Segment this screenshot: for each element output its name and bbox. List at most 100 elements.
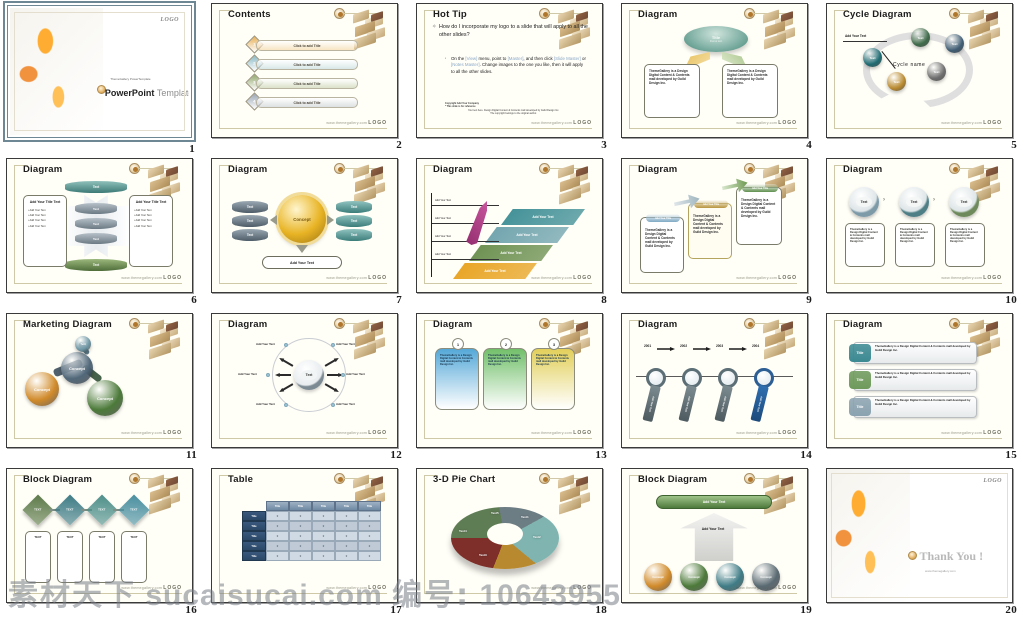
stack-side-bullet: • Add Your Text	[134, 224, 152, 228]
numbered-card-badge: 2	[500, 338, 512, 350]
footer-brand: LOGO	[163, 430, 182, 436]
slide-thumbnail-1[interactable]: LOGO ThemeGallery PowerTemplate PowerPoint…	[3, 1, 196, 142]
slide-footer: www.themegallery.com LOGO	[531, 120, 592, 126]
slide-thumbnail-15[interactable]: Diagram www.themegallery.com LOGO Title The…	[826, 313, 1013, 448]
block-text-label: TEXT	[34, 535, 42, 539]
slide-frame-rule	[219, 475, 220, 594]
slide-canvas-1: LOGO ThemeGallery PowerTemplate PowerPoint…	[10, 8, 189, 135]
slide-thumbnail-9[interactable]: Diagram www.themegallery.com LOGO Add Your…	[621, 158, 808, 293]
footer-url: www.themegallery.com	[531, 121, 574, 125]
slide-thumbnail-5[interactable]: Cycle Diagram www.themegallery.com LOGO Te…	[826, 3, 1013, 138]
pyramid-arrow-shape	[680, 513, 748, 561]
timeline-year: 2003	[716, 344, 724, 348]
slide-number-3: 3	[601, 139, 607, 151]
slide-title: Diagram	[23, 164, 63, 175]
magnifier-handle-label: Add Your Text	[756, 395, 764, 412]
slide-thumbnail-17[interactable]: Table www.themegallery.com LOGO Title Title…	[211, 468, 398, 603]
timeline-arrow	[657, 347, 675, 351]
axis-label: Add Your Text	[435, 217, 451, 220]
magnifier-handle: Add Your Text	[678, 384, 697, 423]
slide-frame-rule-bottom	[14, 593, 182, 594]
slide-thumbnail-20[interactable]: LOGO Thank You ! www.themegallery.com	[826, 468, 1013, 603]
slide-thumbnail-11[interactable]: Marketing Diagram www.themegallery.com LO…	[6, 313, 193, 448]
slide-frame-rule	[219, 165, 220, 284]
axis-rule	[431, 241, 499, 242]
slide-thumbnail-13[interactable]: Diagram www.themegallery.com LOGO ThemeGal…	[416, 313, 603, 448]
slide-thumbnail-16[interactable]: Block Diagram www.themegallery.com LOGO TE…	[6, 468, 193, 603]
slide-footer: www.themegallery.com LOGO	[121, 585, 182, 591]
slide-number-6: 6	[191, 294, 197, 306]
slide-thumbnail-3[interactable]: Hot Tip www.themegallery.com LOGO How do I…	[416, 3, 603, 138]
slide-thumbnail-12[interactable]: Diagram www.themegallery.com LOGO Text Add …	[211, 313, 398, 448]
table-cell: 0	[289, 541, 312, 551]
slide-frame-rule-bottom	[629, 128, 797, 129]
concept-right-cylinder: Text	[336, 215, 372, 227]
block-cube: TEXT	[118, 494, 150, 526]
slide-frame-rule	[219, 10, 220, 129]
slide-thumbnail-19[interactable]: Block Diagramwww.themegallery.com LOGOAd…	[621, 468, 808, 603]
pie-slice-label: Text5	[491, 511, 499, 515]
block-text-label: TEXT	[98, 535, 106, 539]
magnifier-lens	[682, 368, 702, 388]
slide-frame-rule-bottom	[629, 593, 797, 594]
slide-thumbnail-8[interactable]: Diagram www.themegallery.com LOGO Add Your…	[416, 158, 603, 293]
concept-left-cylinder: Text	[232, 229, 268, 241]
slide-thumbnail-10[interactable]: Diagram www.themegallery.com LOGO Text Them…	[826, 158, 1013, 293]
slide-thumbnail-7[interactable]: Diagram www.themegallery.com LOGO Concept T…	[211, 158, 398, 293]
slide-footer: www.themegallery.com LOGO	[121, 275, 182, 281]
slide-frame-rule	[424, 10, 425, 129]
contents-item-bar[interactable]: Click to add Title	[256, 78, 358, 89]
contents-item-bar[interactable]: Click to add Title	[256, 40, 358, 51]
footer-url: www.themegallery.com	[736, 431, 779, 435]
table-cell: 0	[358, 511, 381, 521]
slide-canvas-10: Diagram www.themegallery.com LOGO Text Them…	[827, 159, 1012, 292]
slide-cell-13: Diagram www.themegallery.com LOGO ThemeGal…	[410, 310, 615, 465]
slide-frame-rule-bottom	[219, 283, 387, 284]
numbered-card: ThemeGallery is a Design Digital Content…	[483, 348, 527, 410]
radial-spoke-dot	[284, 403, 288, 407]
slide-frame-rule	[14, 475, 15, 594]
arrow-card-body: ThemeGallery is a Design Digital Content…	[645, 228, 675, 248]
contents-item-bar[interactable]: Click to add Title	[256, 59, 358, 70]
table-cell: 0	[266, 541, 289, 551]
axis-label: Add Your Text	[435, 199, 451, 202]
stack-side-bullet: • Add Your Text	[28, 209, 46, 213]
slide-thumbnail-6[interactable]: Diagram www.themegallery.com LOGO Text Text…	[6, 158, 193, 293]
magnifier-lens	[718, 368, 738, 388]
slide-frame-rule-bottom	[424, 593, 592, 594]
slide-cell-12: Diagram www.themegallery.com LOGO Text Add …	[205, 310, 410, 465]
contents-item-label: Click to add Title	[293, 100, 321, 105]
cover-artwork	[10, 8, 104, 135]
axis-label: Add Your Text	[435, 235, 451, 238]
block-text-box: TEXT	[121, 531, 147, 583]
radial-spoke-label: Add Your Text	[346, 372, 365, 376]
concept-arrow-down	[296, 245, 308, 253]
title-row-body: ThemeGallery is a Design Digital Content…	[875, 398, 971, 406]
marketing-node-label: Text	[80, 342, 86, 346]
slide-title: Diagram	[228, 319, 268, 330]
title-row-badge: Title	[849, 398, 871, 416]
table-cell: 0	[266, 551, 289, 561]
axis-label: Add Your Text	[435, 253, 451, 256]
stack-side-title: Add Your Title Text	[29, 200, 61, 204]
slide-title: Diagram	[843, 164, 883, 175]
timeline-year: 2001	[644, 344, 652, 348]
concept-bottom-pill: Add Your Text	[262, 256, 342, 269]
contents-item-bar[interactable]: Click to add Title	[256, 97, 358, 108]
footer-brand: LOGO	[368, 275, 387, 281]
slide-canvas-7: Diagram www.themegallery.com LOGO Concept T…	[212, 159, 397, 292]
hot-tip-answer: On the [View] menu, point to [Master], a…	[445, 56, 586, 75]
slide-thumbnail-4[interactable]: Diagram www.themegallery.com LOGO Title the…	[621, 3, 808, 138]
pyramid-arrow-label: Add Your Text	[701, 527, 725, 531]
slide-canvas-15: Diagram www.themegallery.com LOGO Title The…	[827, 314, 1012, 447]
slide-thumbnail-2[interactable]: Contents www.themegallery.com LOGO 1 Click …	[211, 3, 398, 138]
slide-frame-rule-bottom	[629, 438, 797, 439]
cycle-node: Text	[945, 34, 964, 53]
cycle-node: Text	[927, 62, 946, 81]
pie-hole	[487, 523, 523, 545]
slide-thumbnail-18[interactable]: 3-D Pie Chart www.themegallery.com LOGO Te…	[416, 468, 603, 603]
slide-thumbnail-14[interactable]: Diagram www.themegallery.com LOGO 2001 Add …	[621, 313, 808, 448]
marketing-node-label: Concept	[34, 386, 50, 392]
table-cell: 0	[289, 551, 312, 561]
thankyou-message: Thank You !	[919, 548, 984, 563]
